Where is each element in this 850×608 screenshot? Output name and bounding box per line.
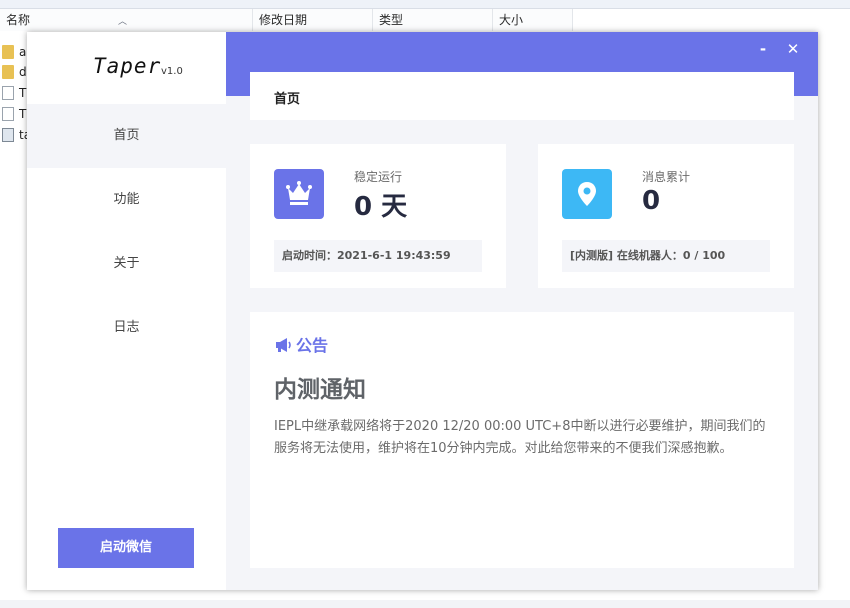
launch-wechat-button[interactable]: 启动微信 [58, 528, 194, 568]
folder-icon [2, 65, 14, 79]
column-header-size-label: 大小 [499, 13, 524, 27]
notice-heading: 公告 [274, 332, 328, 356]
sort-ascending-icon: ︿ [118, 17, 128, 27]
column-header-size[interactable]: 大小 [493, 9, 573, 31]
file-name: a [19, 45, 27, 59]
exe-icon [2, 128, 14, 142]
file-name: T [19, 107, 27, 121]
file-icon [2, 86, 14, 100]
explorer-status-edge [0, 600, 850, 608]
location-pin-icon [562, 169, 612, 219]
crown-icon [274, 169, 324, 219]
close-button[interactable]: ✕ [783, 39, 803, 59]
messages-value: 0 [642, 186, 661, 216]
folder-icon [2, 45, 14, 59]
notice-body: IEPL中继承载网络将于2020 12/20 00:00 UTC+8中断以进行必… [274, 419, 766, 456]
nav-item-about[interactable]: 关于 [27, 232, 226, 296]
nav-item-home[interactable]: 首页 [27, 104, 226, 168]
sidebar: Taper v1.0 首页 功能 关于 日志 启动微信 [27, 32, 226, 590]
start-time-text: 启动时间：2021-6-1 19:43:59 [274, 240, 482, 272]
uptime-value: 0 天 [354, 192, 408, 222]
explorer-toolbar-edge [0, 0, 850, 9]
messages-card: 消息累计 0 [内测版] 在线机器人：0 / 100 [538, 144, 794, 288]
column-header-modified-label: 修改日期 [259, 13, 308, 27]
minimize-button[interactable]: - [753, 39, 773, 59]
taper-app-window: Taper v1.0 首页 功能 关于 日志 启动微信 - ✕ 首页 稳定运行 … [27, 32, 818, 590]
column-header-modified[interactable]: 修改日期 [253, 9, 373, 31]
messages-label: 消息累计 [642, 170, 691, 184]
online-bots-text: [内测版] 在线机器人：0 / 100 [562, 240, 770, 272]
page-title-card: 首页 [250, 72, 794, 120]
uptime-label: 稳定运行 [354, 170, 403, 184]
column-header-name-label: 名称 [6, 13, 31, 27]
column-header-name[interactable]: 名称 ︿ [0, 9, 253, 31]
brand: Taper v1.0 [27, 32, 226, 104]
notice-heading-label: 公告 [296, 336, 329, 355]
brand-name: Taper [93, 54, 162, 78]
megaphone-icon [276, 338, 291, 352]
file-icon [2, 107, 14, 121]
file-name: T [19, 86, 27, 100]
notice-title: 内测通知 [274, 377, 366, 403]
uptime-card: 稳定运行 0 天 启动时间：2021-6-1 19:43:59 [250, 144, 506, 288]
nav-item-features[interactable]: 功能 [27, 168, 226, 232]
file-name: d [19, 65, 27, 79]
column-header-type[interactable]: 类型 [373, 9, 493, 31]
brand-version: v1.0 [161, 66, 183, 77]
page-title: 首页 [274, 92, 301, 107]
nav-item-log[interactable]: 日志 [27, 296, 226, 360]
column-header-type-label: 类型 [379, 13, 404, 27]
notice-card: 公告 内测通知 IEPL中继承载网络将于2020 12/20 00:00 UTC… [250, 312, 794, 568]
